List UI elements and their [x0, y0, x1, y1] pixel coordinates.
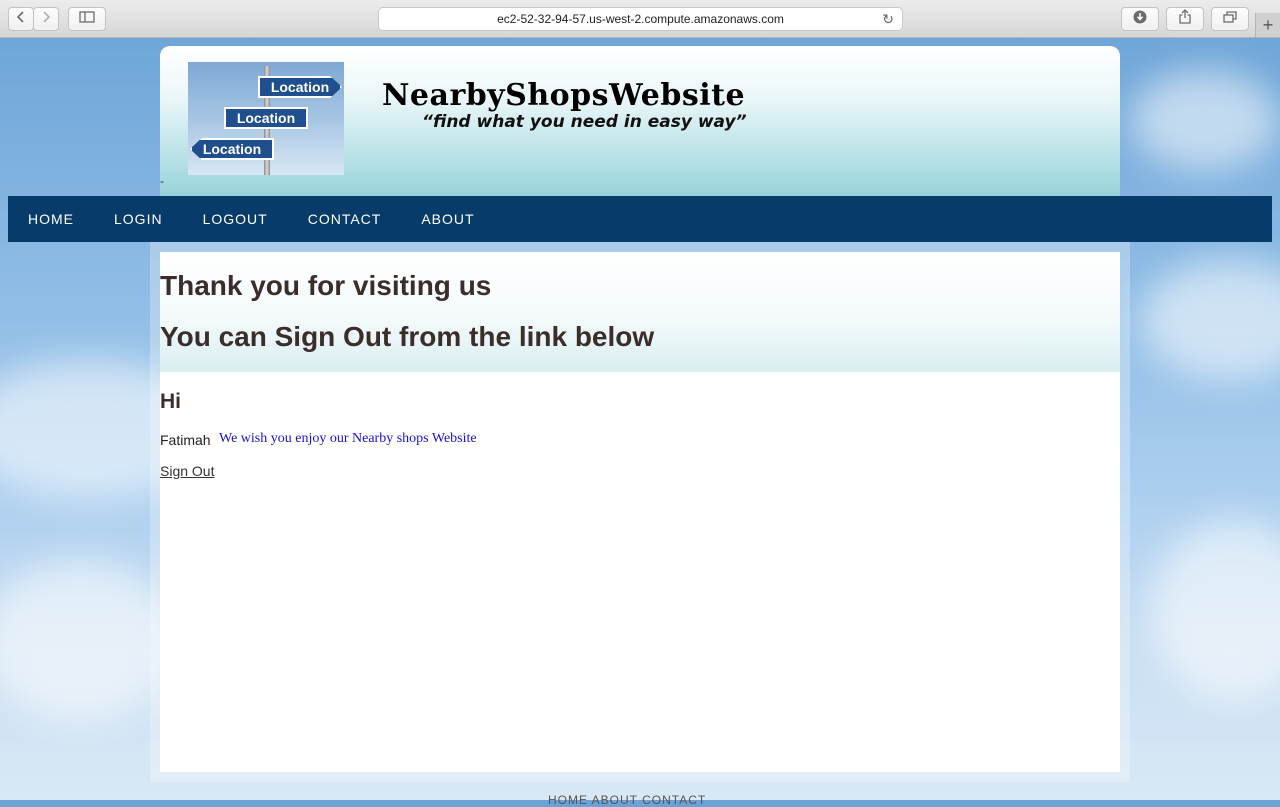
sidebar-icon [79, 10, 95, 28]
cloud-decoration [1140, 260, 1280, 380]
message-banner: Thank you for visiting us You can Sign O… [160, 252, 1120, 372]
stray-dash-text: - [160, 174, 164, 188]
back-button[interactable] [8, 7, 34, 31]
address-bar[interactable]: ec2-52-32-94-57.us-west-2.compute.amazon… [378, 7, 903, 31]
username-text: Fatimah [160, 432, 211, 448]
download-button[interactable] [1121, 7, 1159, 31]
footer-links[interactable]: HOME ABOUT CONTACT [548, 793, 706, 807]
greeting-heading: Hi [160, 390, 181, 413]
forward-button[interactable] [33, 7, 59, 31]
signout-instruction-heading: You can Sign Out from the link below [160, 321, 655, 352]
welcome-message: We wish you enjoy our Nearby shops Websi… [219, 431, 477, 446]
main-navigation: HOME LOGIN LOGOUT CONTACT ABOUT [8, 196, 1272, 242]
share-button[interactable] [1166, 7, 1204, 31]
browser-toolbar: ec2-52-32-94-57.us-west-2.compute.amazon… [0, 0, 1280, 38]
nav-home[interactable]: HOME [8, 196, 94, 242]
nav-contact[interactable]: CONTACT [288, 196, 402, 242]
chevron-right-icon [41, 10, 51, 28]
reload-icon[interactable]: ↻ [882, 11, 894, 28]
location-signpost-logo: Location Location Location [188, 62, 344, 175]
main-content: Thank you for visiting us You can Sign O… [160, 252, 1120, 772]
thank-you-heading: Thank you for visiting us [160, 270, 492, 301]
logo-sign: Location [224, 107, 308, 129]
tabs-icon [1223, 10, 1237, 28]
tabs-overview-button[interactable] [1211, 7, 1249, 31]
chevron-left-icon [16, 10, 26, 28]
nav-logout[interactable]: LOGOUT [183, 196, 288, 242]
cloud-decoration [1130, 70, 1280, 170]
nav-about[interactable]: ABOUT [401, 196, 494, 242]
site-tagline: “find what you need in easy way” [422, 112, 747, 132]
logo-sign: Location [190, 138, 274, 160]
site-title: NearbyShopsWebsite [382, 78, 746, 113]
download-icon [1133, 10, 1147, 29]
url-text: ec2-52-32-94-57.us-west-2.compute.amazon… [497, 12, 784, 26]
new-tab-button[interactable]: + [1255, 13, 1280, 37]
logo-sign: Location [258, 76, 342, 98]
share-icon [1179, 9, 1191, 29]
cloud-decoration [1150, 520, 1280, 700]
site-header: Location Location Location NearbyShopsWe… [160, 46, 1120, 196]
sidebar-button[interactable] [68, 7, 106, 31]
sign-out-link[interactable]: Sign Out [160, 463, 214, 479]
nav-login[interactable]: LOGIN [94, 196, 183, 242]
